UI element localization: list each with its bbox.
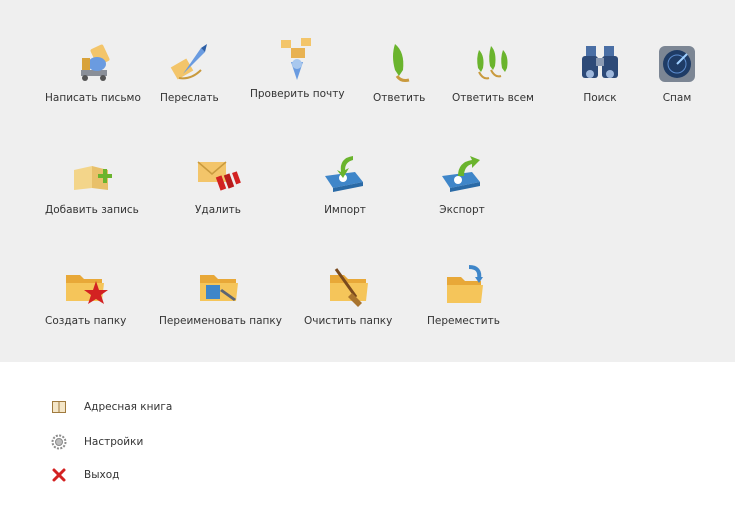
gear-icon <box>51 434 67 450</box>
import-label: Импорт <box>324 204 366 216</box>
clear-folder-button[interactable]: Очистить папку <box>304 263 392 327</box>
compose-button[interactable]: Написать письмо <box>45 40 141 104</box>
reply-button[interactable]: Ответить <box>373 40 425 104</box>
move-folder-label: Переместить <box>427 315 500 327</box>
bottom-links: Адресная книга Настройки Выход <box>0 362 735 520</box>
delete-button[interactable]: Удалить <box>194 152 242 216</box>
check-mail-label: Проверить почту <box>250 88 345 100</box>
add-entry-book-icon <box>73 166 112 190</box>
settings-link[interactable]: Настройки <box>50 433 143 451</box>
clear-folder-label: Очистить папку <box>304 315 393 327</box>
create-folder-label: Создать папку <box>45 315 127 327</box>
spam-label: Спам <box>662 92 692 104</box>
logout-link[interactable]: Выход <box>50 466 119 484</box>
add-entry-label: Добавить запись <box>45 204 139 216</box>
compose-label: Написать письмо <box>45 92 141 104</box>
import-button[interactable]: Импорт <box>321 152 369 216</box>
delete-label: Удалить <box>195 204 241 216</box>
search-label: Поиск <box>583 92 617 104</box>
import-book-icon <box>325 156 363 192</box>
binoculars-icon <box>582 46 618 78</box>
reply-all-label: Ответить всем <box>452 92 534 104</box>
move-folder-icon <box>447 265 484 303</box>
reply-label: Ответить <box>373 92 426 104</box>
address-book-link[interactable]: Адресная книга <box>50 398 172 416</box>
forward-button[interactable]: Переслать <box>160 40 219 104</box>
toolbar-panel: Написать письмо Переслать Проверить почт… <box>0 0 735 362</box>
clear-folder-broom-icon <box>330 268 369 307</box>
delete-envelope-dynamite-icon <box>197 161 241 191</box>
reply-all-button[interactable]: Ответить всем <box>452 40 534 104</box>
create-folder-star-icon <box>65 275 108 304</box>
search-button[interactable]: Поиск <box>576 40 624 104</box>
compose-letter-cart-icon <box>80 44 110 81</box>
reply-all-arrows-icon <box>477 46 508 80</box>
reply-arrow-icon <box>393 44 410 82</box>
settings-label: Настройки <box>84 436 144 448</box>
forward-label: Переслать <box>160 92 219 104</box>
forward-arrow-envelope-icon <box>171 44 208 80</box>
rename-folder-button[interactable]: Переименовать папку <box>159 263 282 327</box>
rename-folder-icon <box>200 275 239 301</box>
add-entry-button[interactable]: Добавить запись <box>45 152 139 216</box>
move-folder-button[interactable]: Переместить <box>427 263 500 327</box>
create-folder-button[interactable]: Создать папку <box>45 263 126 327</box>
logout-label: Выход <box>84 469 120 481</box>
spam-radar-icon <box>659 46 695 82</box>
spam-button[interactable]: Спам <box>653 40 701 104</box>
check-mail-button[interactable]: Проверить почту <box>250 36 345 100</box>
check-mail-icon <box>281 38 312 80</box>
export-book-icon <box>442 156 480 192</box>
rename-folder-label: Переименовать папку <box>159 315 282 327</box>
export-button[interactable]: Экспорт <box>438 152 486 216</box>
address-book-label: Адресная книга <box>84 401 173 413</box>
close-x-icon <box>52 468 66 482</box>
export-label: Экспорт <box>439 204 485 216</box>
address-book-icon <box>52 401 66 413</box>
